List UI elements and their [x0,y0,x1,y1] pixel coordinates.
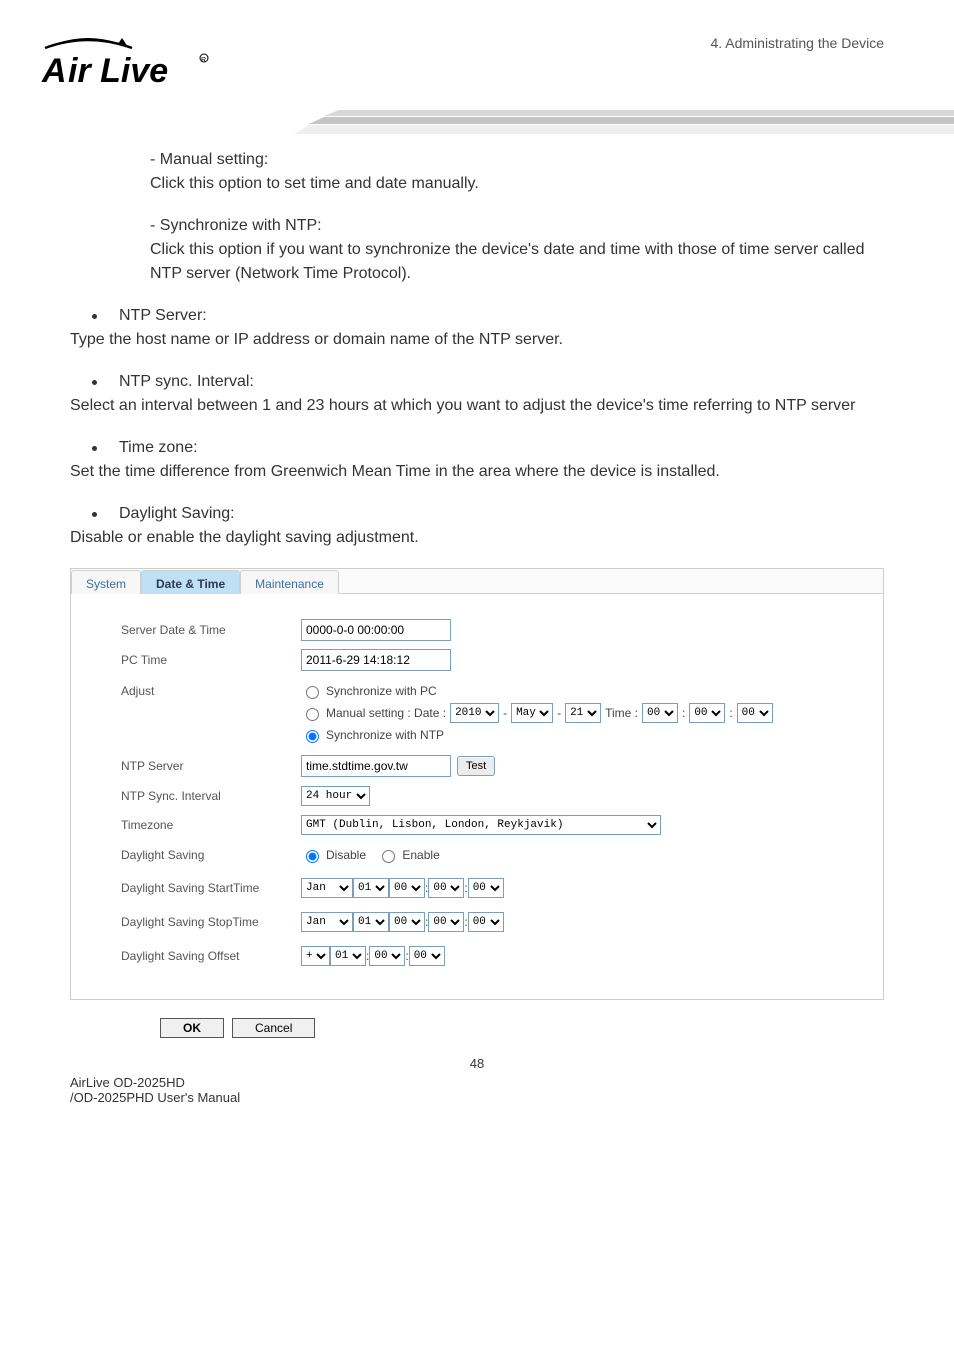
bullet-icon [92,380,97,385]
sep-colon: : [729,704,732,722]
manual-sec-select[interactable]: 00 [737,703,773,723]
test-button[interactable]: Test [457,756,495,776]
ds-stop-day[interactable]: 01 [353,912,389,932]
ntp-server-input[interactable] [301,755,451,777]
sync-ntp-heading: - Synchronize with NTP: [150,214,884,238]
ntp-sync-heading: NTP sync. Interval: [119,370,254,394]
brand-logo: A ir Live R [40,30,210,100]
manual-min-select[interactable]: 00 [689,703,725,723]
ds-stop-s[interactable]: 00 [468,912,504,932]
daylight-saving-row-label: Daylight Saving [121,846,301,864]
timezone-row-label: Timezone [121,816,301,834]
manual-month-select[interactable]: May [511,703,553,723]
radio-ds-enable[interactable] [382,850,395,863]
sep-dash: - [503,704,507,722]
ntp-server-row-label: NTP Server [121,757,301,775]
bullet-icon [92,512,97,517]
radio-sync-pc-label: Synchronize with PC [326,682,437,700]
settings-panel: System Date & Time Maintenance Server Da… [70,568,884,1000]
cancel-button[interactable]: Cancel [232,1018,315,1038]
radio-ds-disable-label: Disable [326,846,366,864]
radio-sync-ntp-label: Synchronize with NTP [326,726,444,744]
svg-text:ir Live: ir Live [68,52,168,90]
pc-time-label: PC Time [121,651,301,669]
radio-ds-enable-label: Enable [402,846,439,864]
manual-setting-heading: - Manual setting: [150,148,884,172]
radio-sync-ntp[interactable] [306,730,319,743]
radio-manual[interactable] [306,708,319,721]
adjust-label: Adjust [121,679,301,700]
bullet-icon [92,446,97,451]
manual-time-label: Time : [605,704,638,722]
svg-text:R: R [201,57,206,64]
ds-offset-m[interactable]: 00 [369,946,405,966]
manual-year-select[interactable]: 2010 [450,703,499,723]
ds-offset-s[interactable]: 00 [409,946,445,966]
tab-system[interactable]: System [71,570,141,594]
ds-stop-month[interactable]: Jan [301,912,353,932]
page-number: 48 [70,1056,884,1071]
breadcrumb: 4. Administrating the Device [710,30,884,51]
ds-start-month[interactable]: Jan [301,878,353,898]
timezone-body: Set the time difference from Greenwich M… [70,460,884,484]
ds-start-s[interactable]: 00 [468,878,504,898]
ds-offset-h[interactable]: 01 [330,946,366,966]
manual-day-select[interactable]: 21 [565,703,601,723]
ds-offset-label: Daylight Saving Offset [121,947,301,965]
footer-line-1: AirLive OD-2025HD [70,1075,884,1090]
manual-setting-body: Click this option to set time and date m… [150,172,884,196]
timezone-heading: Time zone: [119,436,198,460]
ds-stop-m[interactable]: 00 [428,912,464,932]
server-datetime-label: Server Date & Time [121,621,301,639]
sync-ntp-body: Click this option if you want to synchro… [150,238,884,286]
radio-ds-disable[interactable] [306,850,319,863]
pc-time-field[interactable] [301,649,451,671]
ds-start-m[interactable]: 00 [428,878,464,898]
ntp-sync-select[interactable]: 24 hour [301,786,370,806]
footer-line-2: /OD-2025PHD User's Manual [70,1090,884,1105]
header-decoration [70,110,884,128]
ds-stop-label: Daylight Saving StopTime [121,913,301,931]
timezone-select[interactable]: GMT (Dublin, Lisbon, London, Reykjavik) [301,815,661,835]
ntp-server-heading: NTP Server: [119,304,207,328]
manual-hour-select[interactable]: 00 [642,703,678,723]
ntp-server-body: Type the host name or IP address or doma… [70,328,884,352]
server-datetime-field[interactable] [301,619,451,641]
radio-sync-pc[interactable] [306,686,319,699]
ntp-sync-body: Select an interval between 1 and 23 hour… [70,394,884,418]
ds-stop-h[interactable]: 00 [389,912,425,932]
daylight-saving-heading: Daylight Saving: [119,502,235,526]
svg-text:A: A [41,52,67,90]
ntp-sync-row-label: NTP Sync. Interval [121,787,301,805]
tab-maintenance[interactable]: Maintenance [240,570,339,594]
ds-start-day[interactable]: 01 [353,878,389,898]
ds-offset-sign[interactable]: + [301,946,330,966]
bullet-icon [92,314,97,319]
daylight-saving-body: Disable or enable the daylight saving ad… [70,526,884,550]
ds-start-label: Daylight Saving StartTime [121,879,301,897]
ds-start-h[interactable]: 00 [389,878,425,898]
ok-button[interactable]: OK [160,1018,224,1038]
tab-date-time[interactable]: Date & Time [141,570,240,594]
sep-colon: : [682,704,685,722]
sep-dash: - [557,704,561,722]
manual-prefix-label: Manual setting : Date : [326,704,446,722]
